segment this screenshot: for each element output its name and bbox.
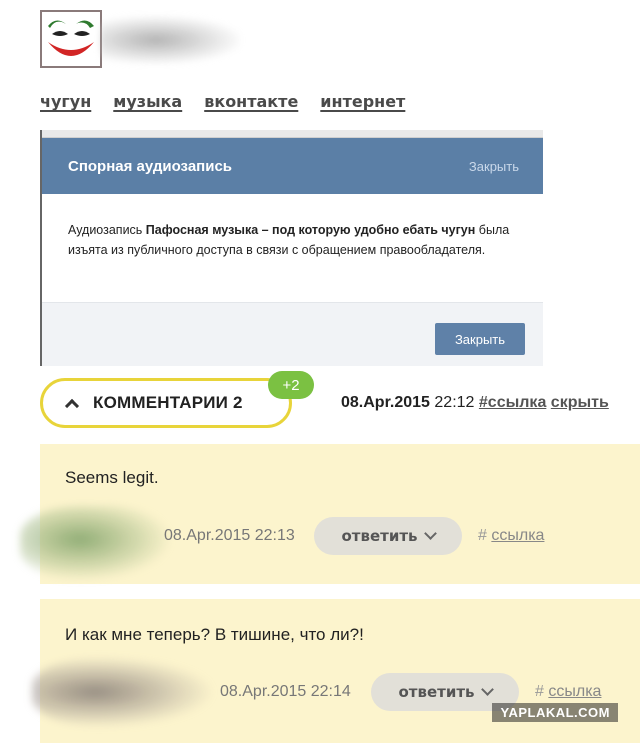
tag-link[interactable]: вконтакте (204, 92, 298, 111)
tag-list: чугун музыка вконтакте интернет (40, 92, 405, 111)
tag-link[interactable]: музыка (113, 92, 182, 111)
post-meta: 08.Apr.2015 22:12 #ссылка скрыть (341, 394, 609, 412)
screenshot-top-strip (42, 130, 543, 138)
comment-link[interactable]: ссылка (491, 527, 544, 544)
post-link[interactable]: #ссылка (479, 394, 546, 411)
chevron-up-icon (64, 398, 80, 414)
dialog-message: Аудиозапись Пафосная музыка – под котору… (42, 194, 543, 302)
redacted-avatar (32, 657, 212, 727)
chevron-down-icon (480, 683, 494, 696)
dialog-header: Спорная аудиозапись Закрыть (42, 138, 543, 194)
comment-text: И как мне теперь? В тишине, что ли?! (65, 625, 364, 644)
post-time: 22:12 (434, 394, 475, 411)
new-comments-badge: +2 (268, 371, 314, 399)
dialog-close-link: Закрыть (468, 158, 519, 174)
comment-item: Seems legit. 08.Apr.2015 22:13 ответить … (20, 444, 640, 584)
comment-permalink: # ссылка (478, 527, 544, 545)
comment-datetime: 08.Apr.2015 22:13 (164, 527, 295, 544)
tag-link[interactable]: чугун (40, 92, 91, 111)
dialog-title: Спорная аудиозапись (68, 157, 233, 175)
site-watermark: YAPLAKAL.COM (492, 703, 618, 722)
comments-label: КОММЕНТАРИИ 2 (93, 393, 243, 412)
hash-symbol: # (535, 683, 544, 700)
dialog-footer: Закрыть (42, 302, 543, 366)
hide-link[interactable]: скрыть (551, 394, 609, 411)
post-date: 08.Apr.2015 (341, 394, 430, 411)
chevron-down-icon (423, 527, 437, 540)
redacted-avatar (20, 506, 170, 580)
comment-permalink: # ссылка (535, 683, 601, 701)
dialog-close-button: Закрыть (435, 323, 525, 355)
redacted-username (100, 16, 240, 64)
avatar[interactable] (40, 10, 102, 68)
joker-avatar-icon (42, 12, 100, 66)
message-prefix: Аудиозапись (68, 223, 146, 237)
comments-toggle-button[interactable]: КОММЕНТАРИИ 2 (40, 378, 292, 428)
message-track-title: Пафосная музыка – под которую удобно еба… (145, 223, 476, 237)
reply-label: ответить (341, 527, 418, 545)
hash-symbol: # (478, 527, 487, 544)
embedded-screenshot: Спорная аудиозапись Закрыть Аудиозапись … (40, 130, 543, 366)
comment-datetime: 08.Apr.2015 22:14 (220, 683, 351, 700)
reply-button[interactable]: ответить (314, 517, 462, 555)
reply-label: ответить (398, 683, 475, 701)
comment-text: Seems legit. (65, 468, 159, 487)
comment-link[interactable]: ссылка (548, 683, 601, 700)
tag-link[interactable]: интернет (320, 92, 405, 111)
